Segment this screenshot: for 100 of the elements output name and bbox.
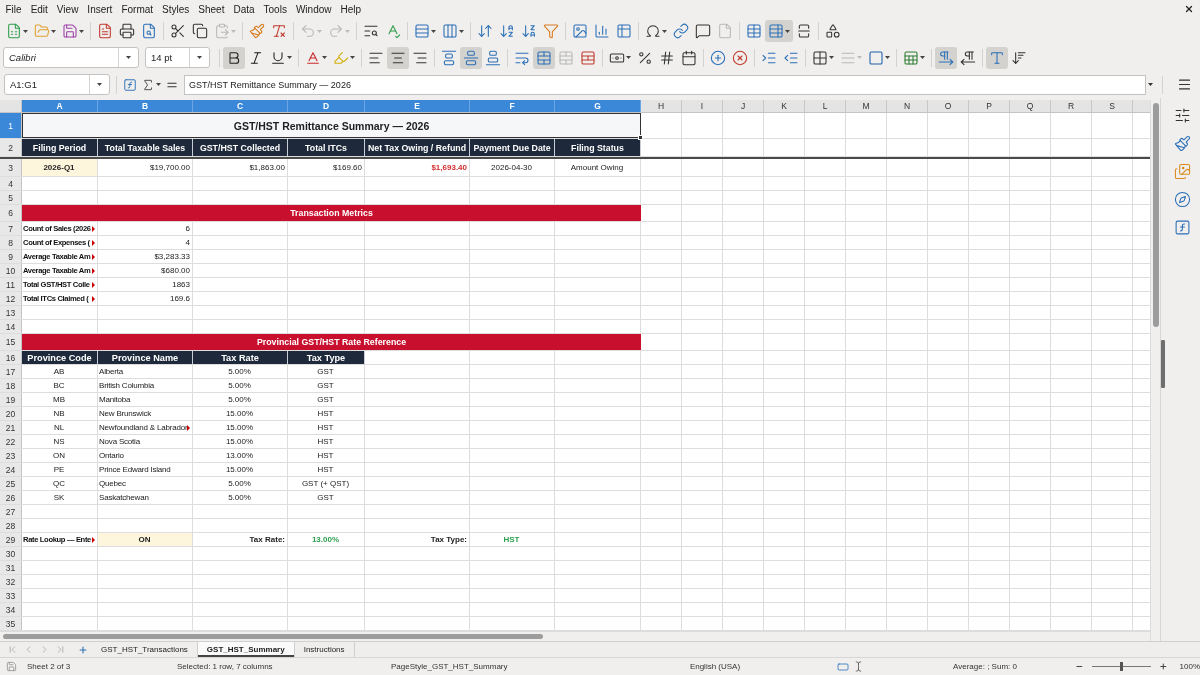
caret-icon <box>920 56 925 59</box>
row-header[interactable]: 18 <box>0 379 22 392</box>
title-cell[interactable]: GST/HST Remittance Summary — 2026 <box>22 113 641 138</box>
menu-item[interactable]: Format <box>116 0 158 18</box>
row-header[interactable]: 9 <box>0 250 22 263</box>
sum-summary: Average: ; Sum: 0 <box>953 662 1017 671</box>
cell-value: $680.00 <box>161 265 190 276</box>
row-header[interactable]: 16 <box>0 351 22 364</box>
spellcheck-icon <box>385 23 401 39</box>
column-header[interactable]: F <box>470 100 555 112</box>
row-header[interactable]: 15 <box>0 334 22 350</box>
sheet-tab[interactable]: GST_HST_Summary <box>197 642 295 657</box>
bold-button[interactable] <box>223 46 245 69</box>
cell-text: GST <box>317 380 334 391</box>
input-cell[interactable]: 2026-Q1 <box>22 159 98 176</box>
menu-item[interactable]: View <box>52 0 83 18</box>
align-center-button[interactable] <box>387 46 409 69</box>
align-top-icon <box>441 49 457 66</box>
align-middle-button[interactable] <box>460 46 482 69</box>
row-header[interactable]: 12 <box>0 292 22 305</box>
row-header[interactable]: 19 <box>0 393 22 406</box>
sheet-tab[interactable]: GST_HST_Transactions <box>92 642 198 657</box>
row-header[interactable]: 20 <box>0 407 22 420</box>
scrollbar-thumb[interactable] <box>1153 103 1159 327</box>
row-header[interactable]: 10 <box>0 264 22 277</box>
column-heading: Total ITCs <box>288 139 365 156</box>
menu-item[interactable]: Data <box>228 0 260 18</box>
row-header[interactable]: 22 <box>0 435 22 448</box>
column-header[interactable]: E <box>365 100 470 112</box>
selection-mode-icon[interactable] <box>836 660 849 673</box>
horizontal-text-button[interactable] <box>986 46 1008 69</box>
menu-item[interactable]: Window <box>291 0 336 18</box>
save-icon <box>62 23 78 39</box>
row-header[interactable]: 34 <box>0 603 22 616</box>
row-header[interactable]: 26 <box>0 491 22 504</box>
section-band: Provincial GST/HST Rate Reference <box>22 334 641 350</box>
align-middle-icon <box>463 49 479 66</box>
row-header[interactable]: 28 <box>0 519 22 532</box>
input-cell[interactable]: ON <box>98 533 193 546</box>
name-box[interactable]: A1:G1 <box>4 74 110 95</box>
row-header[interactable]: 25 <box>0 477 22 490</box>
row-header[interactable]: 6 <box>0 205 22 221</box>
row-header[interactable]: 17 <box>0 365 22 378</box>
column-heading: Filing Status <box>555 139 641 156</box>
sidebar-handle[interactable] <box>1161 340 1165 388</box>
column-heading: Province Code <box>22 351 98 364</box>
row-header[interactable]: 5 <box>0 191 22 204</box>
left-to-right-button[interactable] <box>935 46 957 69</box>
scrollbar-thumb[interactable] <box>3 634 543 639</box>
font-size-box[interactable]: 14 pt <box>145 47 210 68</box>
column-header[interactable]: G <box>555 100 641 112</box>
column-header[interactable]: D <box>288 100 365 112</box>
row-header[interactable]: 33 <box>0 589 22 602</box>
menu-item[interactable]: Styles <box>157 0 194 18</box>
menu-item[interactable]: Help <box>336 0 366 18</box>
row-header[interactable]: 23 <box>0 449 22 462</box>
close-document-button[interactable] <box>1184 4 1194 14</box>
row-header[interactable]: 14 <box>0 320 22 333</box>
merge-center-button[interactable] <box>533 46 555 69</box>
formula-input[interactable]: GST/HST Remittance Summary — 2026 <box>184 74 1146 95</box>
row-header[interactable]: 3 <box>0 159 22 176</box>
row-header[interactable]: 1 <box>0 113 22 138</box>
font-name-box[interactable]: Calibri <box>3 47 139 68</box>
row-header[interactable]: 24 <box>0 463 22 476</box>
zoom-slider-thumb[interactable] <box>1119 662 1123 671</box>
menu-item[interactable]: Sheet <box>193 0 229 18</box>
menu-item[interactable]: Insert <box>82 0 117 18</box>
row-header[interactable]: 27 <box>0 505 22 518</box>
menu-item[interactable]: Edit <box>26 0 53 18</box>
column-header[interactable]: A <box>22 100 98 112</box>
column-heading: GST/HST Collected <box>193 139 288 156</box>
sheet-tab[interactable]: Instructions <box>294 642 355 657</box>
row-header[interactable]: 32 <box>0 575 22 588</box>
fill-handle[interactable] <box>638 135 643 140</box>
row-header[interactable]: 2 <box>0 139 22 156</box>
column-header[interactable]: B <box>98 100 193 112</box>
row-header[interactable]: 11 <box>0 278 22 291</box>
zoom-in-icon[interactable] <box>1158 662 1168 671</box>
paintbrush-icon <box>1174 134 1191 152</box>
underline-icon <box>270 49 286 66</box>
menu-item[interactable]: Tools <box>259 0 292 18</box>
language[interactable]: English (USA) <box>689 662 741 671</box>
menu-item[interactable]: File <box>1 0 27 18</box>
section-band: Transaction Metrics <box>22 205 641 221</box>
row-header[interactable]: 8 <box>0 236 22 249</box>
row-header[interactable]: 30 <box>0 547 22 560</box>
row-header[interactable]: 4 <box>0 177 22 190</box>
zoom-slider[interactable] <box>1091 662 1151 671</box>
row-header[interactable]: 21 <box>0 421 22 434</box>
caret-icon <box>785 29 790 33</box>
row-header[interactable]: 29 <box>0 533 22 546</box>
row-header[interactable]: 31 <box>0 561 22 574</box>
row-header[interactable]: 35 <box>0 617 22 630</box>
row-header[interactable]: 7 <box>0 222 22 235</box>
column-header[interactable]: C <box>193 100 288 112</box>
row-header[interactable]: 13 <box>0 306 22 319</box>
cell-value: $169.60 <box>333 162 362 173</box>
shapes-icon <box>825 23 841 39</box>
page-style: PageStyle_GST_HST_Summary <box>391 662 508 671</box>
filter-icon <box>543 23 559 39</box>
